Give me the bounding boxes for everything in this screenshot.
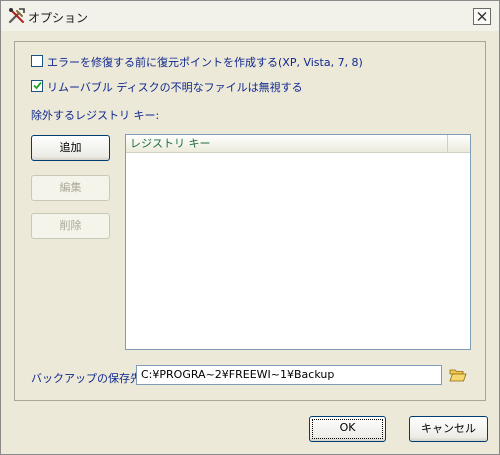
- checkmark-icon: [33, 81, 42, 90]
- cancel-button[interactable]: キャンセル: [409, 416, 488, 442]
- folder-open-icon[interactable]: [449, 367, 467, 383]
- close-button[interactable]: [473, 8, 491, 25]
- restore-point-label[interactable]: エラーを修復する前に復元ポイントを作成する(XP, Vista, 7, 8): [47, 54, 363, 70]
- ignore-removable-label[interactable]: リムーバブル ディスクの不明なファイルは無視する: [47, 79, 303, 95]
- backup-location-label: バックアップの保存先:: [31, 372, 145, 385]
- backup-path-field[interactable]: C:¥PROGRA~2¥FREEWI~1¥Backup: [136, 365, 442, 385]
- exclude-registry-label: 除外するレジストリ キー:: [31, 109, 160, 122]
- delete-button[interactable]: 削除: [31, 213, 110, 239]
- registry-key-list[interactable]: レジストリ キー: [125, 134, 471, 350]
- ok-button[interactable]: OK: [309, 416, 386, 442]
- restore-point-checkbox[interactable]: [31, 55, 43, 67]
- close-icon: [477, 12, 487, 21]
- list-header: レジストリ キー: [126, 135, 470, 153]
- column-header-registry-key[interactable]: レジストリ キー: [126, 135, 448, 152]
- options-dialog: オプション エラーを修復する前に復元ポイントを作成する(XP, Vista, 7…: [0, 0, 500, 455]
- ignore-removable-checkbox[interactable]: [31, 80, 43, 92]
- edit-button[interactable]: 編集: [31, 175, 110, 201]
- add-button[interactable]: 追加: [31, 135, 110, 161]
- tools-icon: [8, 8, 25, 24]
- window-title: オプション: [28, 11, 89, 25]
- title-bar: オプション: [1, 1, 499, 31]
